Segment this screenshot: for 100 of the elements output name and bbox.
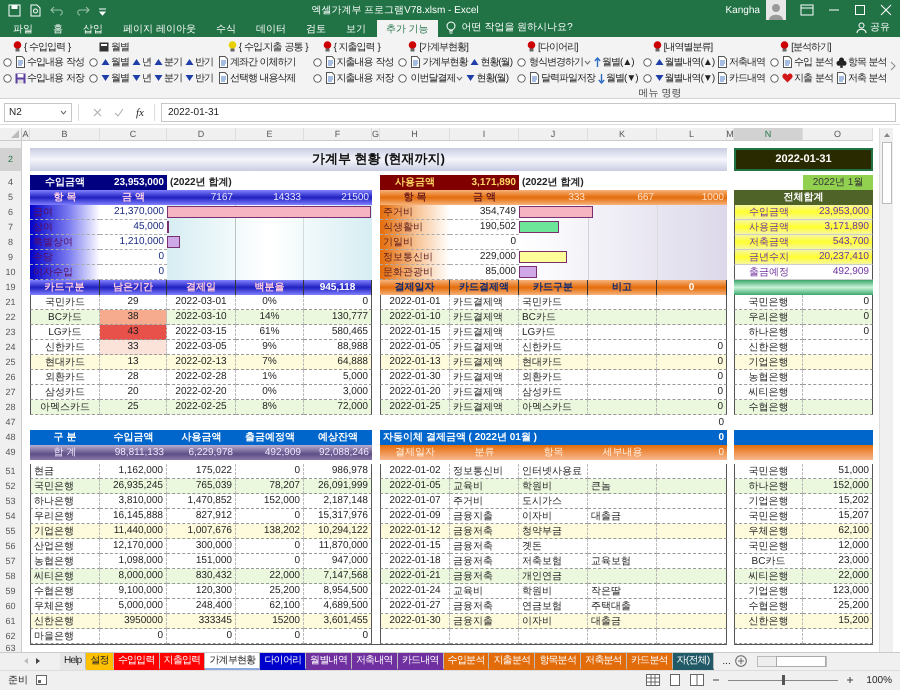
ribbon-command[interactable]: 선택행 내용삭제 xyxy=(230,71,296,86)
radio-button[interactable] xyxy=(642,74,652,83)
ribbon-command[interactable]: 수입 분석 xyxy=(794,55,833,70)
ribbon-command[interactable]: 월별 xyxy=(110,71,129,86)
ribbon-command[interactable]: 저축내역 xyxy=(729,55,766,70)
row-header[interactable]: 49 xyxy=(0,444,22,460)
normal-view-icon[interactable] xyxy=(646,674,660,686)
ribbon-command[interactable]: 년 xyxy=(142,71,151,86)
caret-icon[interactable] xyxy=(456,76,464,81)
ribbon-command[interactable]: 수입내용 저장 xyxy=(27,71,84,86)
row-header[interactable]: 5 xyxy=(0,190,22,205)
column-header[interactable]: N xyxy=(734,128,803,140)
person-icon[interactable] xyxy=(856,22,867,33)
ribbon-command[interactable]: 현황(월) xyxy=(476,71,508,86)
row-header[interactable]: 9 xyxy=(0,250,22,265)
chevron-right-icon[interactable] xyxy=(890,61,896,72)
row-header[interactable]: 47 xyxy=(0,414,22,430)
save-icon[interactable] xyxy=(8,4,21,17)
row-header[interactable]: 54 xyxy=(0,508,22,524)
row-header[interactable]: 57 xyxy=(0,554,22,569)
scrollbar-thumb[interactable] xyxy=(882,142,892,204)
zoom-slider-thumb[interactable] xyxy=(782,674,786,685)
row-header[interactable]: 53 xyxy=(0,494,22,509)
insert-function-button[interactable]: fx xyxy=(136,106,144,119)
maximize-icon[interactable] xyxy=(854,4,866,16)
row-header[interactable]: 59 xyxy=(0,584,22,599)
ribbon-tab[interactable]: 데이터 xyxy=(246,20,295,38)
row-header[interactable]: 60 xyxy=(0,598,22,614)
row-header[interactable]: 61 xyxy=(0,614,22,629)
column-header[interactable]: I xyxy=(450,128,519,140)
vertical-scrollbar[interactable] xyxy=(879,128,893,652)
ribbon-command[interactable]: 달력파일저장 xyxy=(541,71,596,86)
radio-button[interactable] xyxy=(312,74,322,83)
column-header[interactable]: J xyxy=(519,128,588,140)
ribbon-command[interactable]: 카드내역 xyxy=(729,71,766,86)
column-header[interactable]: H xyxy=(380,128,450,140)
sheet-tab[interactable]: 다이어리 xyxy=(260,652,306,670)
page-layout-icon[interactable] xyxy=(668,674,682,686)
row-header[interactable]: 52 xyxy=(0,478,22,494)
row-header[interactable]: 19 xyxy=(0,280,22,295)
column-header[interactable]: C xyxy=(100,128,167,140)
ribbon-command[interactable]: 분기 xyxy=(164,55,182,70)
ribbon-command[interactable]: 월별(▲) xyxy=(602,55,634,70)
share-button[interactable]: 공유 xyxy=(870,20,890,34)
ribbon-command[interactable]: 지출내용 작성 xyxy=(336,55,394,70)
row-header[interactable]: 21 xyxy=(0,294,22,310)
ribbon-command[interactable]: 반기 xyxy=(194,71,213,86)
ribbon-command[interactable]: 가계부현황 xyxy=(422,55,468,70)
ribbon-tab[interactable]: 추가 기능 xyxy=(376,20,438,38)
ribbon-tab[interactable]: 보기 xyxy=(336,20,375,38)
ribbon-tab[interactable]: 검토 xyxy=(296,20,335,38)
close-icon[interactable] xyxy=(880,4,892,16)
print-preview-icon[interactable] xyxy=(29,4,42,17)
radio-button[interactable] xyxy=(770,58,780,67)
ribbon-command[interactable]: 반기 xyxy=(194,55,213,70)
ribbon-command[interactable]: 지출 분석 xyxy=(794,71,833,86)
row-header[interactable]: 22 xyxy=(0,310,22,325)
ribbon-command[interactable]: 월별내역(▲) xyxy=(664,55,714,70)
row-header[interactable]: 48 xyxy=(0,430,22,445)
sheet-tab[interactable]: 수입입력 xyxy=(114,652,160,670)
row-header[interactable]: 56 xyxy=(0,538,22,554)
horizontal-scrollbar[interactable] xyxy=(756,656,827,667)
ribbon-command[interactable]: 지출내용 저장 xyxy=(336,71,394,86)
column-header[interactable]: D xyxy=(167,128,236,140)
ribbon-tab[interactable]: 페이지 레이아웃 xyxy=(114,20,205,38)
ribbon-command[interactable]: 형식변경하기 xyxy=(529,55,584,70)
sheet-tab[interactable]: 설정 xyxy=(86,652,114,670)
user-name[interactable]: Kangha xyxy=(726,4,760,16)
date-cell[interactable]: 2022-01-31 xyxy=(734,148,873,171)
column-header[interactable]: B xyxy=(30,128,100,140)
ribbon-tab[interactable]: 파일 xyxy=(4,20,42,38)
avatar-icon[interactable] xyxy=(766,0,786,20)
macro-record-icon[interactable] xyxy=(36,675,47,686)
ribbon-command[interactable]: 현황(월) xyxy=(480,55,512,70)
radio-button[interactable] xyxy=(3,74,12,83)
ribbon-command[interactable]: 계좌간 이체하기 xyxy=(230,55,296,70)
more-tabs-button[interactable]: ... xyxy=(722,656,731,667)
row-header[interactable]: 55 xyxy=(0,524,22,539)
ribbon-command[interactable]: 년 xyxy=(142,55,151,70)
name-box[interactable]: N2 xyxy=(4,103,72,122)
sheet-tab[interactable]: 자(전체) xyxy=(672,652,714,670)
row-header[interactable]: 4 xyxy=(0,174,22,190)
radio-button[interactable] xyxy=(517,58,526,67)
sheet-tab[interactable]: Help xyxy=(60,652,86,670)
column-header[interactable]: L xyxy=(657,128,727,140)
radio-button[interactable] xyxy=(3,58,12,67)
column-header[interactable]: A xyxy=(22,128,30,140)
column-header[interactable]: F xyxy=(304,128,372,140)
ribbon-tab[interactable]: 홈 xyxy=(44,20,72,38)
scroll-up-icon[interactable] xyxy=(882,132,890,138)
row-header[interactable]: 25 xyxy=(0,354,22,370)
row-header[interactable]: 26 xyxy=(0,370,22,385)
scroll-right-icon[interactable] xyxy=(34,657,42,666)
ribbon-command[interactable]: 저축 분석 xyxy=(848,71,887,86)
ribbon-command[interactable]: 월별내역(▼) xyxy=(664,71,714,86)
row-header[interactable]: 24 xyxy=(0,340,22,355)
zoom-level[interactable]: 100% xyxy=(866,674,892,686)
ribbon-tab[interactable]: 수식 xyxy=(206,20,245,38)
radio-button[interactable] xyxy=(517,74,526,83)
ribbon-command[interactable]: 분기 xyxy=(164,71,182,86)
